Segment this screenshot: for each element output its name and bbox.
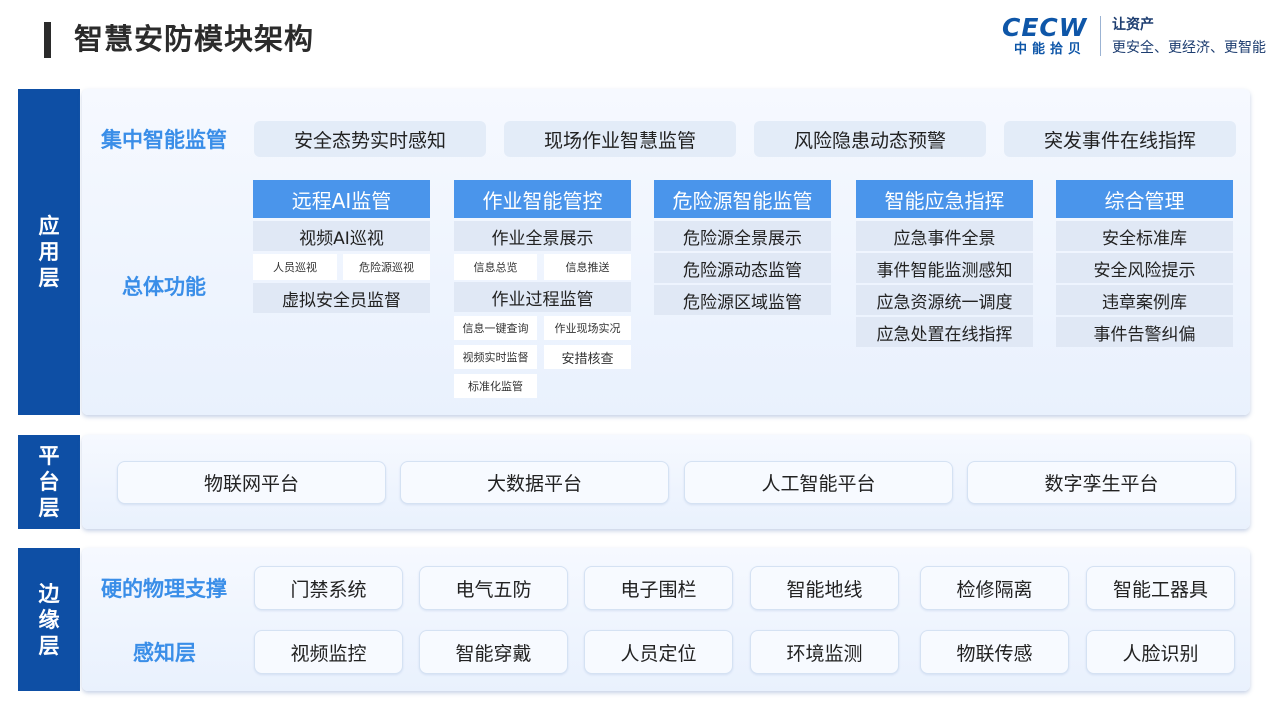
central-monitoring-label: 集中智能监管 [101, 128, 227, 152]
physical-item: 检修隔离 [920, 566, 1069, 610]
function-item: 事件告警纠偏 [1056, 317, 1233, 347]
function-subitem: 视频实时监督 [454, 345, 537, 369]
function-subitem: 安措核查 [544, 345, 631, 369]
function-item: 违章案例库 [1056, 285, 1233, 315]
perception-item: 视频监控 [254, 630, 403, 674]
function-item: 作业过程监管 [454, 282, 631, 312]
platform-layer-char: 层 [38, 496, 60, 520]
function-item: 事件智能监测感知 [856, 253, 1033, 283]
title-accent-bar [44, 22, 51, 58]
app-layer-char: 用 [38, 240, 60, 264]
logo-divider [1100, 16, 1101, 56]
logo-subtitle: 中能拾贝 [1014, 42, 1087, 57]
function-item: 虚拟安全员监督 [253, 283, 430, 313]
physical-item: 门禁系统 [254, 566, 403, 610]
company-logo: CECW 中能拾贝 [1002, 14, 1094, 62]
edge-layer-char: 缘 [38, 607, 60, 632]
platform-layer-char: 台 [38, 470, 60, 494]
perception-layer-label: 感知层 [133, 641, 196, 665]
function-subitem: 信息一键查询 [454, 316, 537, 340]
platform-layer-char: 平 [38, 444, 60, 468]
function-item: 安全风险提示 [1056, 253, 1233, 283]
physical-item: 智能工器具 [1086, 566, 1235, 610]
page-title: 智慧安防模块架构 [74, 22, 315, 56]
physical-item: 电子围栏 [584, 566, 733, 610]
perception-item: 人员定位 [584, 630, 733, 674]
slogan-line-1: 让资产 [1112, 17, 1154, 33]
function-item: 危险源区域监管 [654, 285, 831, 315]
logo-mark: CECW [1002, 13, 1088, 42]
platform-item: 大数据平台 [400, 461, 669, 504]
column-title-remote-ai: 远程AI监管 [253, 180, 430, 218]
function-item: 安全标准库 [1056, 221, 1233, 251]
function-item: 作业全景展示 [454, 221, 631, 251]
edge-layer-char: 边 [38, 581, 60, 606]
app-layer-char: 层 [38, 266, 60, 290]
function-subitem: 人员巡视 [253, 254, 337, 280]
perception-item: 环境监测 [750, 630, 899, 674]
function-item: 应急处置在线指挥 [856, 317, 1033, 347]
edge-layer-label: 边 缘 层 [18, 548, 80, 691]
central-item: 现场作业智慧监管 [504, 121, 736, 157]
platform-item: 人工智能平台 [684, 461, 953, 504]
central-item: 安全态势实时感知 [254, 121, 486, 157]
app-layer-label: 应 用 层 [18, 89, 80, 415]
column-title-emergency-command: 智能应急指挥 [856, 180, 1033, 218]
platform-item: 物联网平台 [117, 461, 386, 504]
function-subitem: 信息推送 [544, 254, 631, 280]
physical-support-label: 硬的物理支撑 [101, 577, 227, 601]
function-item: 视频AI巡视 [253, 221, 430, 251]
perception-item: 人脸识别 [1086, 630, 1235, 674]
slogan-line-2: 更安全、更经济、更智能 [1112, 40, 1266, 56]
central-item: 风险隐患动态预警 [754, 121, 986, 157]
perception-item: 智能穿戴 [419, 630, 568, 674]
overall-function-label: 总体功能 [122, 275, 206, 299]
function-item: 应急资源统一调度 [856, 285, 1033, 315]
physical-item: 智能地线 [750, 566, 899, 610]
function-subitem: 信息总览 [454, 254, 537, 280]
column-title-operation-control: 作业智能管控 [454, 180, 631, 218]
function-item: 危险源动态监管 [654, 253, 831, 283]
function-item: 危险源全景展示 [654, 221, 831, 251]
function-subitem: 标准化监管 [454, 374, 537, 398]
platform-item: 数字孪生平台 [967, 461, 1236, 504]
edge-layer-char: 层 [38, 633, 60, 658]
app-layer-char: 应 [38, 214, 60, 238]
platform-layer-label: 平 台 层 [18, 435, 80, 529]
physical-item: 电气五防 [419, 566, 568, 610]
function-subitem: 作业现场实况 [544, 316, 631, 340]
function-item: 应急事件全景 [856, 221, 1033, 251]
perception-item: 物联传感 [920, 630, 1069, 674]
function-subitem: 危险源巡视 [343, 254, 430, 280]
column-title-comprehensive-management: 综合管理 [1056, 180, 1233, 218]
central-item: 突发事件在线指挥 [1004, 121, 1236, 157]
column-title-hazard-monitoring: 危险源智能监管 [654, 180, 831, 218]
